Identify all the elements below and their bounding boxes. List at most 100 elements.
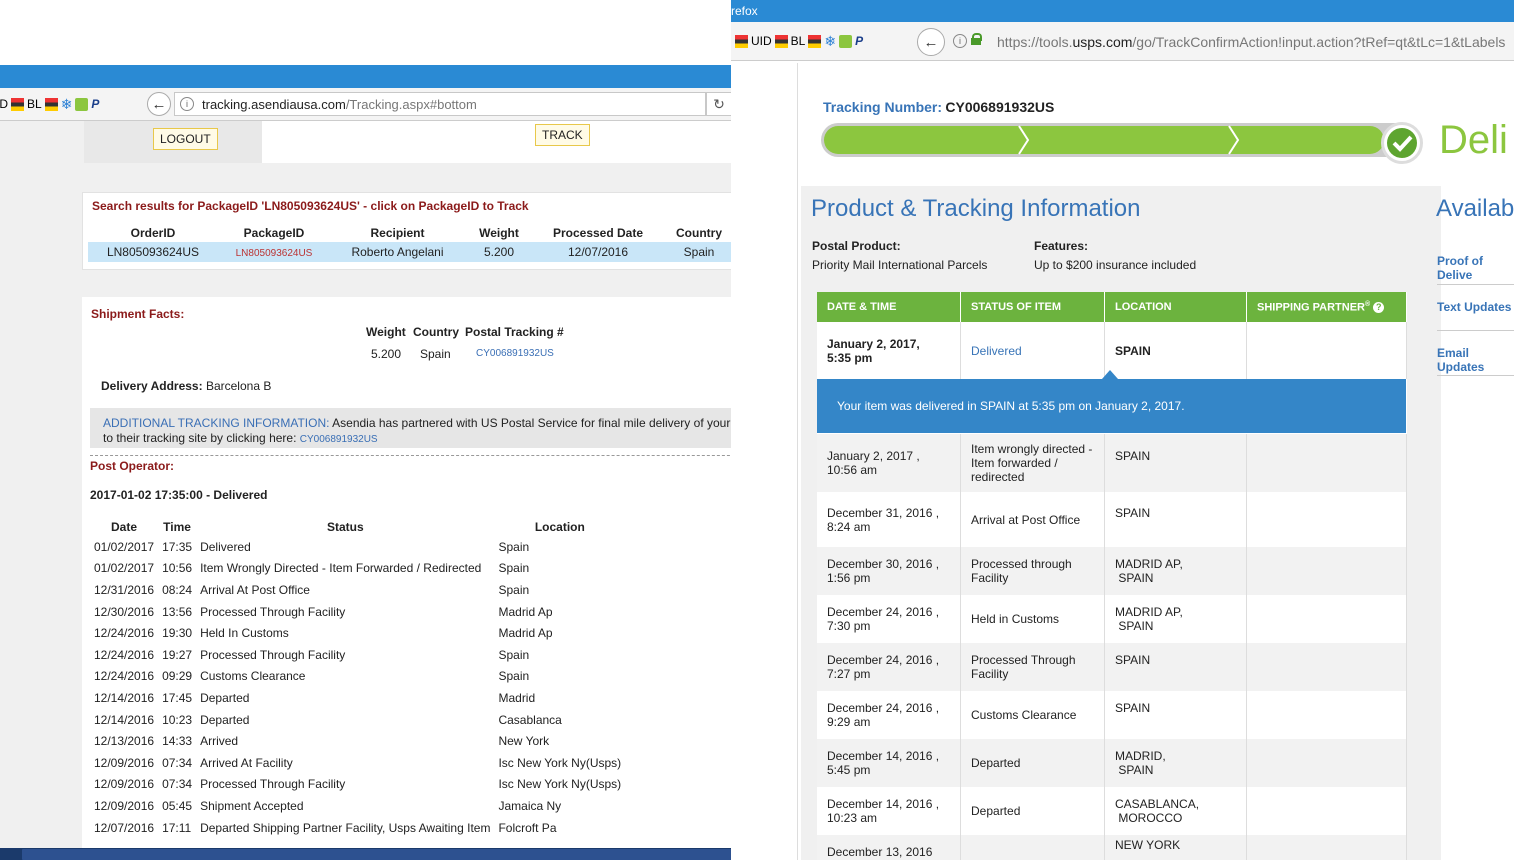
snowflake-icon[interactable]: ❄ [824, 33, 836, 50]
help-icon[interactable]: ? [1373, 301, 1385, 313]
date-line: December 24, 2016 , [827, 701, 940, 715]
time-line: 7:27 pm [827, 667, 871, 681]
cell-status: Processed Through Facility [200, 647, 346, 662]
postal-product-value: Priority Mail International Parcels [812, 258, 988, 272]
cell-status: Processed Through Facility [200, 604, 346, 619]
reload-button[interactable]: ↻ [706, 92, 732, 116]
cell-time: 10:23 [162, 712, 193, 727]
shopify-icon[interactable] [75, 97, 89, 111]
proof-of-delivery-link[interactable]: Proof of Delive [1437, 254, 1514, 282]
back-button[interactable]: ← [917, 28, 945, 56]
table-row[interactable]: LN805093624US LN805093624US Roberto Ange… [88, 242, 760, 262]
tracking-events-body: 01/02/2017 17:35 Delivered Spain 01/02/2017 1… [90, 536, 625, 838]
cell-time: 07:34 [162, 755, 193, 770]
cell-date: 12/24/2016 [94, 626, 155, 641]
info-icon[interactable]: i [953, 33, 967, 48]
table-row: December 14, 2016 , 5:45 pm Departed MADRID… [817, 739, 1407, 787]
table-row: December 31, 2016 , 8:24 am Arrival at Pos… [817, 492, 1407, 547]
time-line: 5:45 pm [827, 763, 871, 777]
date-line: December 14, 2016 , [827, 797, 940, 811]
cell-location: MADRID, SPAIN [1104, 739, 1247, 787]
usps-tracking-link[interactable]: CY006891932US [300, 434, 378, 445]
taskbar-item[interactable] [22, 849, 120, 860]
cell-status: Departed [960, 787, 1105, 835]
back-button[interactable]: ← [147, 92, 171, 116]
cell-shipping-partner [1246, 643, 1407, 691]
lock-icon[interactable] [971, 33, 982, 45]
snowflake-icon[interactable]: ❄ [61, 96, 73, 113]
cell-weight: 5.200 [465, 242, 533, 262]
track-button[interactable]: TRACK [535, 124, 590, 146]
info-icon[interactable]: i [180, 97, 194, 111]
delivery-address-label: Delivery Address: [101, 379, 203, 393]
bookmark-icon[interactable] [44, 97, 58, 111]
time-line: 10:23 am [827, 811, 878, 825]
cell-location: SPAIN [1104, 691, 1247, 739]
sf-country-header: Country [413, 325, 459, 339]
url-path: /go/TrackConfirmAction!input.action?tRef… [1132, 34, 1506, 50]
bookmark-icon[interactable] [11, 97, 24, 111]
divider [90, 455, 760, 456]
taskbar-item[interactable] [466, 849, 568, 860]
cell-location: MADRID AP, SPAIN [1104, 547, 1247, 595]
text-updates-link[interactable]: Text Updates [1437, 300, 1511, 314]
taskbar-item[interactable] [286, 849, 388, 860]
paypal-icon[interactable]: P [855, 34, 863, 48]
table-row: 12/31/2016 08:24 Arrival At Post Office Spa… [90, 579, 625, 601]
location-line: MADRID, [1115, 749, 1166, 763]
shopify-icon[interactable] [839, 34, 853, 48]
additional-label: ADDITIONAL TRACKING INFORMATION: [103, 416, 330, 430]
col-date: Date [111, 520, 138, 534]
bookmark-icon[interactable] [808, 34, 822, 48]
cell-date: 12/24/2016 [94, 647, 155, 662]
cell-status: Processed Through Facility [960, 643, 1105, 691]
left-toolbar: UID BL ❄ P ← i tracking.asendiausa.com/T… [0, 88, 760, 121]
cell-location: NEW YORK [1104, 835, 1247, 860]
packageid-link[interactable]: LN805093624US [218, 242, 330, 262]
bookmark-icon[interactable] [774, 34, 788, 48]
logout-button[interactable]: LOGOUT [153, 128, 218, 150]
table-row: 12/14/2016 17:45 Departed Madrid [90, 687, 625, 709]
taskbar-item[interactable] [556, 849, 658, 860]
cell-location: Casablanca [498, 712, 562, 727]
taskbar-item[interactable] [108, 849, 208, 860]
left-url-bar[interactable]: i tracking.asendiausa.com/Tracking.aspx#… [174, 92, 706, 116]
bookmark-icon[interactable] [735, 34, 748, 48]
date-line: December 31, 2016 , [827, 505, 940, 520]
col-time: Time [163, 520, 191, 534]
paypal-icon[interactable]: P [91, 97, 99, 111]
cell-location: SPAIN [1104, 322, 1247, 379]
divider [1437, 330, 1514, 331]
col-location: LOCATION [1104, 292, 1247, 322]
taskbar-item[interactable] [376, 849, 478, 860]
cell-status: Customs Clearance [200, 669, 306, 684]
bookmark-uid-label[interactable]: UID [751, 34, 772, 48]
col-date-time: DATE & TIME [817, 292, 961, 322]
back-arrow-icon: ← [923, 33, 939, 51]
date-line: December 24, 2016 , [827, 653, 940, 667]
sf-tracking-link[interactable]: CY006891932US [476, 348, 554, 359]
left-bookmarks: UID BL ❄ P [0, 96, 99, 112]
cell-date-time: December 14, 2016 , 5:45 pm [817, 739, 961, 787]
sf-tracking-header: Postal Tracking # [465, 325, 564, 339]
bookmark-bl-label[interactable]: BL [791, 34, 806, 48]
cell-location: Isc New York Ny(Usps) [498, 755, 622, 770]
cell-status: Departed [200, 690, 250, 705]
email-updates-link[interactable]: Email Updates [1437, 346, 1514, 374]
cell-date: 12/09/2016 [94, 755, 155, 770]
location-line: SPAIN [1115, 653, 1151, 667]
cell-date-time: December 24, 2016 , 7:30 pm [817, 595, 961, 643]
bookmark-uid-label[interactable]: UID [0, 97, 8, 111]
time-line: 10:56 am [827, 463, 878, 477]
delivered-check-icon [1381, 122, 1423, 164]
bookmark-bl-label[interactable]: BL [27, 97, 42, 111]
table-header-row: OrderID PackageID Recipient Weight Proce… [88, 224, 760, 242]
right-url-bar[interactable]: https://tools.usps.com/go/TrackConfirmAc… [997, 34, 1505, 50]
cell-status: Arrival At Post Office [200, 582, 310, 597]
reload-icon: ↻ [713, 96, 725, 112]
tracking-events-table: Date Time Status Location 01/02/2017 17:3… [90, 518, 625, 838]
cell-status: Arrived At Facility [200, 755, 293, 770]
packageid-link-text[interactable]: LN805093624US [236, 248, 313, 259]
cell-location: Madrid Ap [498, 626, 553, 641]
taskbar-item[interactable] [196, 849, 298, 860]
